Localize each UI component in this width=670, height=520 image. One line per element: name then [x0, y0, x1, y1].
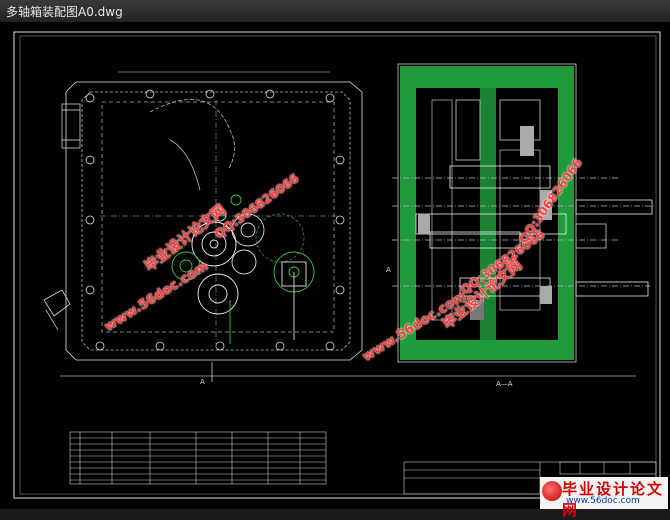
site-banner-url: www.56doc.com: [566, 496, 640, 506]
cad-drawing: A—A A A: [13, 31, 661, 499]
site-logo-icon: [542, 481, 562, 501]
window-title: 多轴箱装配图A0.dwg: [6, 5, 123, 19]
cad-drawing-canvas[interactable]: A—A A A 毕业设计论文网 www.56doc.com QQ:3068260…: [0, 22, 670, 519]
view-marker-right: A: [386, 266, 391, 274]
parts-list-table: [69, 431, 327, 485]
window-titlebar: 多轴箱装配图A0.dwg: [0, 0, 670, 23]
section-label: A—A: [496, 380, 513, 388]
view-marker-left: A: [200, 378, 205, 386]
site-banner: 毕业设计论文网 www.56doc.com: [540, 477, 668, 519]
